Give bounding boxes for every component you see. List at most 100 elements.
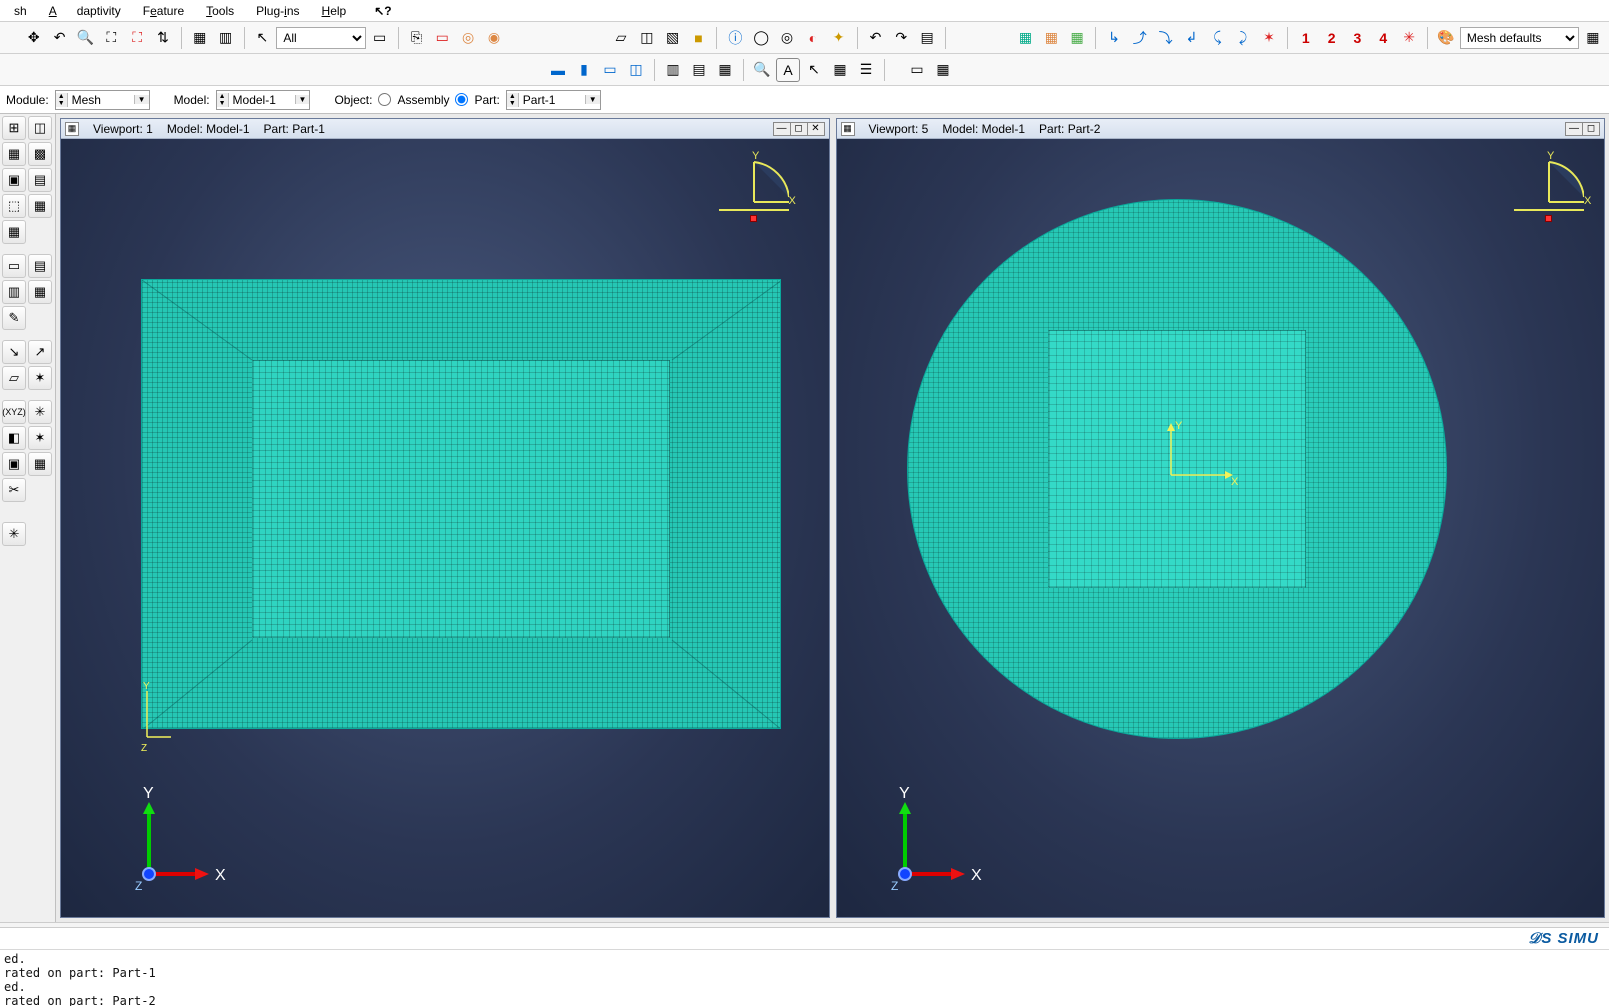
datum-pt-icon[interactable]: ↘	[2, 340, 26, 364]
circles-icon[interactable]: ◯	[749, 26, 773, 50]
menu-item-adaptivity[interactable]: Adaptivity	[39, 2, 131, 20]
view-4-button[interactable]: 4	[1371, 26, 1395, 50]
menu-item-feature[interactable]: Feature	[133, 2, 194, 20]
viewport-1-canvas[interactable]: Y X X	[61, 139, 829, 917]
virtual-topo2-icon[interactable]: ▦	[28, 452, 52, 476]
arrow-icon[interactable]: ↖	[802, 58, 826, 82]
datum3-icon[interactable]: ⤵	[1154, 26, 1178, 50]
shaded-icon[interactable]: ▧	[661, 26, 685, 50]
grid1-icon[interactable]: ▦	[188, 26, 212, 50]
select-inside-icon[interactable]: ▭	[368, 26, 392, 50]
annot-a-icon[interactable]: A	[776, 58, 800, 82]
module-input[interactable]	[68, 91, 134, 109]
undo-icon[interactable]: ↶	[864, 26, 888, 50]
part-input[interactable]	[519, 91, 585, 109]
geom-edit-icon[interactable]: ✂	[2, 478, 26, 502]
partition-c-icon[interactable]: ▥	[2, 280, 26, 304]
mesh-controls-icon[interactable]: ▦	[2, 142, 26, 166]
color-icon[interactable]: ◐	[801, 26, 825, 50]
datum-axis-icon[interactable]: ↗	[28, 340, 52, 364]
redo-icon[interactable]: ↷	[889, 26, 913, 50]
datum1-icon[interactable]: ↳	[1102, 26, 1126, 50]
assembly-label[interactable]: Assembly	[397, 93, 449, 107]
virtual-topo-icon[interactable]: ▣	[2, 452, 26, 476]
layout-g-icon[interactable]: ▦	[713, 58, 737, 82]
partition-d-icon[interactable]: ▦	[28, 280, 52, 304]
seed-icon[interactable]: ⊞	[2, 116, 26, 140]
zoom-icon[interactable]: 🔍	[74, 26, 98, 50]
model-input[interactable]	[229, 91, 295, 109]
part-select[interactable]: ▲▼ ▼	[506, 90, 601, 110]
layout-b-icon[interactable]: ▮	[572, 58, 596, 82]
query-icon[interactable]: 🔍	[750, 58, 774, 82]
render-style-select[interactable]: Mesh defaults	[1460, 27, 1579, 49]
sketch-icon[interactable]: ✎	[2, 306, 26, 330]
datum5-icon[interactable]: ⤹	[1205, 26, 1229, 50]
save-view-icon[interactable]: ▤	[915, 26, 939, 50]
mesh-region-icon[interactable]: ▤	[28, 168, 52, 192]
axis-partition-icon[interactable]: ✶	[28, 426, 52, 450]
table-icon[interactable]: ▦	[828, 58, 852, 82]
minimize-icon[interactable]: —	[1565, 122, 1583, 136]
view-2-button[interactable]: 2	[1320, 26, 1344, 50]
verify-mesh-icon[interactable]: ▦	[28, 194, 52, 218]
hidden-icon[interactable]: ◫	[635, 26, 659, 50]
mesh2-icon[interactable]: ▦	[1039, 26, 1063, 50]
render-style-icon[interactable]: 🎨	[1434, 26, 1458, 50]
circles2-icon[interactable]: ◎	[775, 26, 799, 50]
wireframe-icon[interactable]: ▱	[609, 26, 633, 50]
csys2-icon[interactable]: ✳	[1397, 26, 1421, 50]
menu-item-sh[interactable]: sh	[4, 2, 37, 20]
layout-e-icon[interactable]: ▥	[661, 58, 685, 82]
minimize-icon[interactable]: —	[773, 122, 791, 136]
datum2-icon[interactable]: ⤴	[1128, 26, 1152, 50]
part-label[interactable]: Part:	[474, 93, 499, 107]
shaded-edges-icon[interactable]: ■	[687, 26, 711, 50]
layout-f-icon[interactable]: ▤	[687, 58, 711, 82]
lasso-icon[interactable]: ◎	[456, 26, 480, 50]
model-select[interactable]: ▲▼ ▼	[216, 90, 311, 110]
face-partition-icon[interactable]: ◧	[2, 426, 26, 450]
layout-c-icon[interactable]: ▭	[598, 58, 622, 82]
mesh3-icon[interactable]: ▦	[1065, 26, 1089, 50]
settings-icon[interactable]: ✳	[2, 522, 26, 546]
menu-item-help[interactable]: Help	[312, 2, 357, 20]
render-apply-icon[interactable]: ▦	[1581, 26, 1605, 50]
poly-select-icon[interactable]: ◉	[482, 26, 506, 50]
layout-d-icon[interactable]: ◫	[624, 58, 648, 82]
assoc-icon[interactable]: ⬚	[2, 194, 26, 218]
cycle-icon[interactable]: ⇅	[151, 26, 175, 50]
partition-a-icon[interactable]: ▭	[2, 254, 26, 278]
context-help-icon[interactable]: ↖?	[364, 2, 401, 20]
csys1-icon[interactable]: ✶	[1257, 26, 1281, 50]
layout-a-icon[interactable]: ▬	[546, 58, 570, 82]
csys-icon[interactable]: ✳	[28, 400, 52, 424]
rotate-icon[interactable]: ↶	[48, 26, 72, 50]
mesh1-icon[interactable]: ▦	[1014, 26, 1038, 50]
misc2-icon[interactable]: ▦	[931, 58, 955, 82]
zoom-box-icon[interactable]: ⛶	[99, 26, 123, 50]
maximize-icon[interactable]: ◻	[790, 122, 808, 136]
box-select-icon[interactable]: ▭	[430, 26, 454, 50]
part-radio[interactable]	[455, 93, 468, 106]
maximize-icon[interactable]: ◻	[1582, 122, 1600, 136]
misc1-icon[interactable]: ▭	[905, 58, 929, 82]
highlight-icon[interactable]: ✦	[827, 26, 851, 50]
datum-plane-icon[interactable]: ▱	[2, 366, 26, 390]
copy-icon[interactable]: ⎘	[405, 26, 429, 50]
seed-edge-icon[interactable]: ◫	[28, 116, 52, 140]
mesh-part-icon[interactable]: ▣	[2, 168, 26, 192]
menu-item-tools[interactable]: Tools	[196, 2, 244, 20]
fit-icon[interactable]: ⛶	[125, 26, 149, 50]
element-type-icon[interactable]: ▩	[28, 142, 52, 166]
list-icon[interactable]: ☰	[854, 58, 878, 82]
info-icon[interactable]: ⓘ	[723, 26, 747, 50]
datum6-icon[interactable]: ⤸	[1231, 26, 1255, 50]
pan-icon[interactable]: ✥	[22, 26, 46, 50]
edit-mesh-icon[interactable]: ▦	[2, 220, 26, 244]
selection-filter-select[interactable]: All	[276, 27, 365, 49]
viewport-5-canvas[interactable]: Y X Y	[837, 139, 1605, 917]
datum-csys-icon[interactable]: ✶	[28, 366, 52, 390]
view-3-button[interactable]: 3	[1346, 26, 1370, 50]
xyz-label-icon[interactable]: (XYZ)	[2, 400, 26, 424]
